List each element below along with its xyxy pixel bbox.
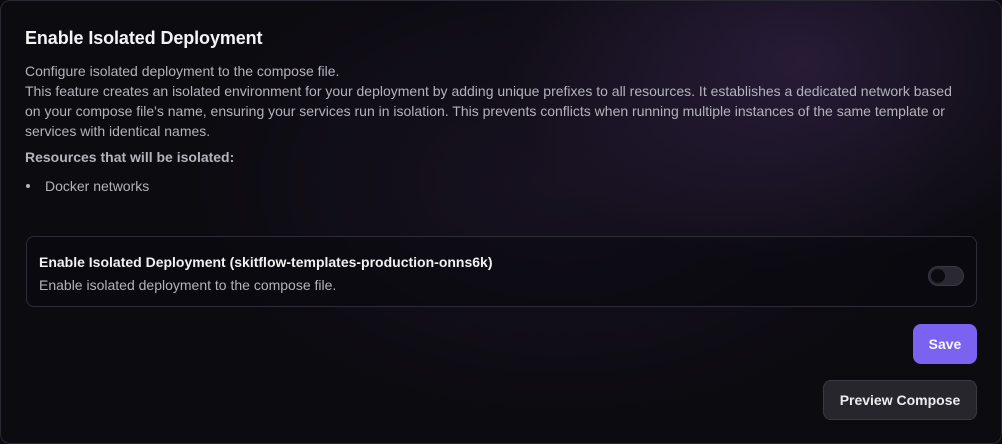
isolated-deployment-switch[interactable]	[928, 266, 964, 286]
switch-knob	[931, 269, 945, 283]
description-line-2: This feature creates an isolated environ…	[25, 83, 952, 139]
resource-list: Docker networks	[25, 176, 149, 196]
resource-item-label: Docker networks	[45, 178, 150, 194]
resource-item: Docker networks	[25, 176, 149, 196]
preview-compose-button[interactable]: Preview Compose	[823, 380, 977, 420]
section-title: Enable Isolated Deployment	[25, 28, 263, 48]
description-line-1: Configure isolated deployment to the com…	[25, 63, 340, 79]
toggle-label: Enable Isolated Deployment (skitflow-tem…	[39, 254, 493, 270]
isolated-deployment-panel: Enable Isolated Deployment Configure iso…	[0, 0, 1002, 444]
toggle-description: Enable isolated deployment to the compos…	[39, 277, 337, 293]
bullet-icon	[26, 184, 30, 188]
resources-heading: Resources that will be isolated:	[25, 149, 235, 165]
save-button[interactable]: Save	[913, 324, 977, 364]
section-description: Configure isolated deployment to the com…	[25, 61, 970, 141]
isolated-deployment-toggle-card: Enable Isolated Deployment (skitflow-tem…	[26, 236, 977, 307]
